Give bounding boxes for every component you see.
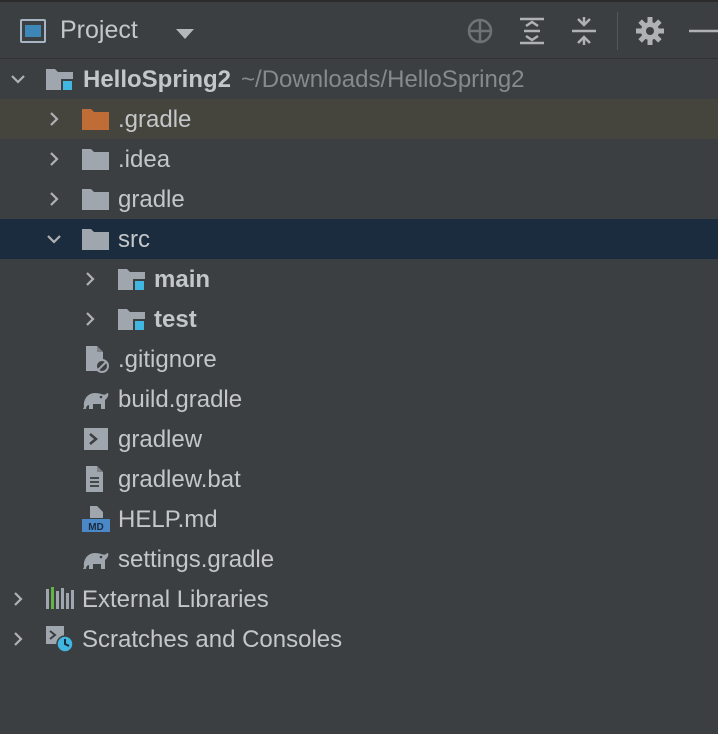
tree-item-gradlew-bat[interactable]: gradlew.bat — [0, 459, 718, 499]
project-path: ~/Downloads/HelloSpring2 — [241, 66, 525, 93]
tree-item-label: gradlew — [118, 426, 203, 453]
chevron-down-icon[interactable] — [176, 29, 194, 39]
project-toolbar: Project — [0, 2, 718, 59]
tree-root-hellospring2[interactable]: HelloSpring2 ~/Downloads/HelloSpring2 — [0, 59, 718, 99]
chevron-expanded-icon[interactable] — [8, 69, 28, 89]
tree-item-settings-gradle[interactable]: settings.gradle — [0, 539, 718, 579]
tree-item-scratches[interactable]: Scratches and Consoles — [0, 619, 718, 659]
tree-item-label: src — [118, 226, 150, 253]
gradle-elephant-icon — [81, 545, 111, 573]
project-view-icon[interactable] — [20, 19, 46, 43]
tree-item-label: settings.gradle — [118, 546, 275, 573]
chevron-right-icon[interactable] — [44, 189, 64, 209]
tree-item-label: HelloSpring2 ~/Downloads/HelloSpring2 — [83, 66, 525, 94]
module-folder-icon — [117, 305, 147, 333]
module-folder-icon — [45, 65, 75, 93]
folder-excluded-icon — [81, 105, 111, 133]
tree-item-label: .idea — [118, 146, 171, 173]
tree-item-label: gradlew.bat — [118, 466, 241, 493]
tree-item-label: main — [154, 266, 211, 293]
folder-icon — [81, 185, 111, 213]
svg-text:MD: MD — [88, 522, 104, 533]
tree-item-idea[interactable]: .idea — [0, 139, 718, 179]
project-tool-window: Project HelloSpring2 ~/Downloads/HelloSp… — [0, 0, 718, 734]
chevron-right-icon[interactable] — [8, 629, 28, 649]
tree-item-label: .gradle — [118, 106, 192, 133]
expand-all-icon[interactable] — [515, 14, 549, 48]
gear-icon[interactable] — [633, 14, 667, 48]
chevron-expanded-icon[interactable] — [44, 229, 64, 249]
tree-item-external-libraries[interactable]: External Libraries — [0, 579, 718, 619]
chevron-right-icon[interactable] — [80, 309, 100, 329]
tree-item-label: HELP.md — [118, 506, 218, 533]
chevron-right-icon[interactable] — [44, 149, 64, 169]
project-tree: HelloSpring2 ~/Downloads/HelloSpring2 .gr… — [0, 59, 718, 659]
tree-item-help-md[interactable]: MD HELP.md — [0, 499, 718, 539]
chevron-right-icon[interactable] — [80, 269, 100, 289]
module-folder-icon — [117, 265, 147, 293]
tree-item-main[interactable]: main — [0, 259, 718, 299]
scratches-icon — [45, 625, 75, 653]
shell-script-icon — [81, 425, 111, 453]
project-view-title[interactable]: Project — [60, 16, 138, 45]
locate-icon[interactable] — [463, 14, 497, 48]
tree-item-gradle[interactable]: gradle — [0, 179, 718, 219]
tree-item-test[interactable]: test — [0, 299, 718, 339]
folder-icon — [81, 225, 111, 253]
tree-item-label: Scratches and Consoles — [82, 626, 343, 653]
tree-item-dot-gradle[interactable]: .gradle — [0, 99, 718, 139]
folder-icon — [81, 145, 111, 173]
libraries-icon — [45, 585, 75, 613]
tree-item-label: gradle — [118, 186, 185, 213]
ignored-file-icon — [81, 345, 111, 373]
chevron-right-icon[interactable] — [44, 109, 64, 129]
toolbar-separator — [617, 12, 618, 50]
tree-item-label: External Libraries — [82, 586, 269, 613]
text-file-icon — [81, 465, 111, 493]
tree-item-label: build.gradle — [118, 386, 243, 413]
project-name: HelloSpring2 — [83, 66, 232, 93]
chevron-right-icon[interactable] — [8, 589, 28, 609]
collapse-all-icon[interactable] — [567, 14, 601, 48]
tree-item-label: test — [154, 306, 197, 333]
tree-item-build-gradle[interactable]: build.gradle — [0, 379, 718, 419]
tree-item-gitignore[interactable]: .gitignore — [0, 339, 718, 379]
gradle-elephant-icon — [81, 385, 111, 413]
minimize-icon[interactable] — [684, 14, 718, 48]
tree-item-src[interactable]: src — [0, 219, 718, 259]
markdown-file-icon: MD — [81, 505, 111, 533]
tree-item-label: .gitignore — [118, 346, 217, 373]
tree-item-gradlew[interactable]: gradlew — [0, 419, 718, 459]
